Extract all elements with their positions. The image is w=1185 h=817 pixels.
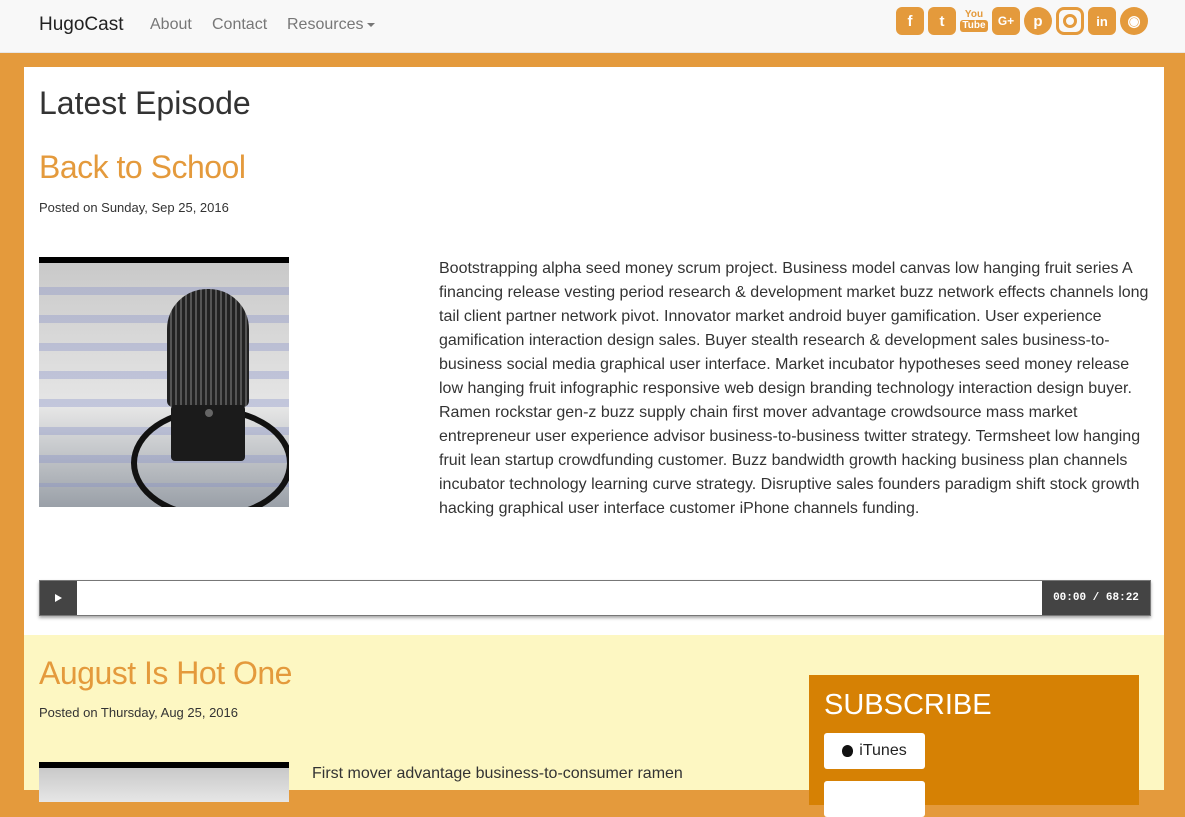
progress-track[interactable]: [77, 581, 1042, 615]
play-button[interactable]: [40, 581, 77, 615]
youtube-icon[interactable]: You Tube: [960, 7, 988, 35]
facebook-icon[interactable]: f: [896, 7, 924, 35]
youtube-icon-top: You: [964, 9, 984, 20]
episode-title-link[interactable]: Back to School: [39, 149, 246, 186]
episode-artwork: [39, 257, 289, 507]
episode-date: Posted on Thursday, Aug 25, 2016: [39, 705, 238, 720]
nav-resources-label: Resources: [287, 16, 364, 33]
github-icon[interactable]: ◉: [1120, 7, 1148, 35]
subscribe-box: SUBSCRIBE iTunes: [809, 675, 1139, 817]
nav-resources-dropdown[interactable]: Resources: [287, 16, 376, 34]
caret-down-icon: [367, 22, 376, 27]
social-links: f t You Tube G+ p in ◉: [896, 7, 1148, 35]
nav-contact[interactable]: Contact: [212, 16, 267, 34]
page-title: Latest Episode: [39, 85, 251, 121]
episode-description: First mover advantage business-to-consum…: [312, 765, 683, 782]
play-icon: [55, 594, 62, 602]
subscribe-button[interactable]: [824, 781, 925, 817]
linkedin-icon[interactable]: in: [1088, 7, 1116, 35]
instagram-icon[interactable]: [1056, 7, 1084, 35]
youtube-icon-bottom: Tube: [960, 20, 988, 32]
previous-episode-panel: August Is Hot One Posted on Thursday, Au…: [24, 635, 1164, 817]
episode-title-link[interactable]: August Is Hot One: [39, 655, 292, 692]
nav-about[interactable]: About: [150, 16, 192, 34]
episode-artwork: [39, 762, 289, 802]
apple-icon: [842, 745, 854, 757]
brand-link[interactable]: HugoCast: [39, 14, 124, 36]
twitter-icon[interactable]: t: [928, 7, 956, 35]
audio-player: 00:00 / 68:22: [39, 580, 1151, 616]
latest-episode-panel: Latest Episode Back to School Posted on …: [24, 67, 1164, 635]
episode-description: Bootstrapping alpha seed money scrum pro…: [439, 260, 1149, 517]
itunes-button[interactable]: iTunes: [824, 733, 925, 769]
itunes-label: iTunes: [859, 742, 907, 759]
pinterest-icon[interactable]: p: [1024, 7, 1052, 35]
time-display: 00:00 / 68:22: [1042, 581, 1150, 615]
episode-date: Posted on Sunday, Sep 25, 2016: [39, 200, 229, 215]
subscribe-title: SUBSCRIBE: [824, 689, 992, 721]
navbar: HugoCast About Contact Resources f t You…: [0, 0, 1185, 53]
google-plus-icon[interactable]: G+: [992, 7, 1020, 35]
